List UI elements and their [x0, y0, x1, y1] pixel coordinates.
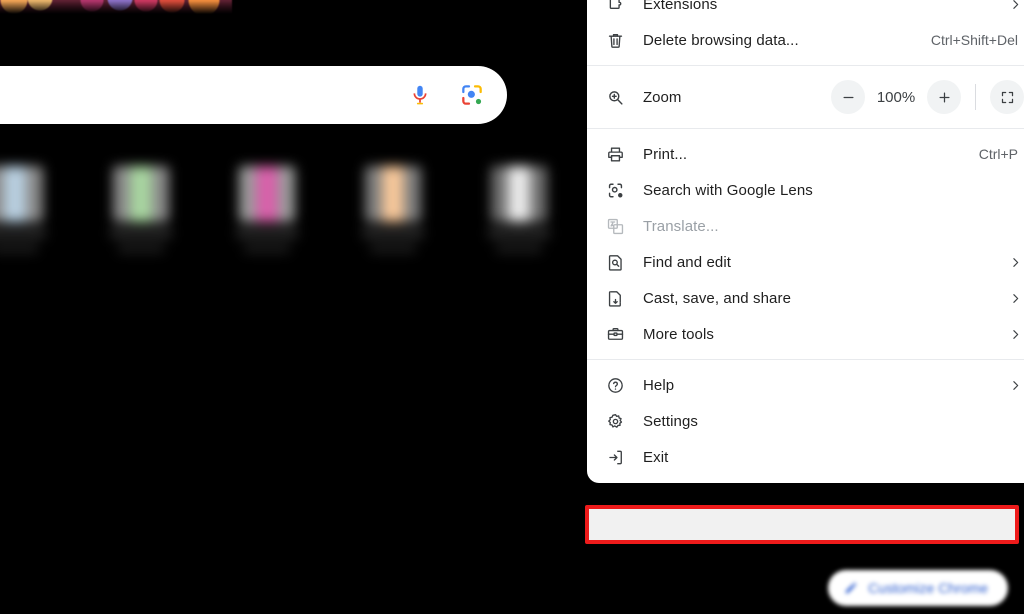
menu-item-label: Delete browsing data...	[643, 31, 799, 49]
menu-item-label: Find and edit	[643, 253, 732, 271]
shortcut-tile[interactable]	[102, 143, 180, 275]
zoom-divider	[975, 84, 976, 110]
search-input[interactable]	[0, 66, 507, 124]
menu-item-label: Exit	[643, 448, 669, 466]
menu-item-settings[interactable]: Settings	[587, 403, 1024, 439]
menu-divider	[587, 65, 1024, 66]
menu-item-find-and-edit[interactable]: Find and edit	[587, 244, 1024, 280]
menu-item-print[interactable]: Print... Ctrl+P	[587, 136, 1024, 172]
menu-divider	[587, 128, 1024, 129]
zoom-level-value: 100%	[876, 88, 916, 106]
chevron-right-icon	[1002, 256, 1022, 269]
zoom-out-button[interactable]	[831, 80, 865, 114]
customize-chrome-button[interactable]: Customize Chrome	[828, 570, 1008, 606]
pencil-icon	[845, 582, 857, 594]
shortcut-tile[interactable]	[228, 143, 306, 275]
chevron-right-icon	[1002, 292, 1022, 305]
menu-item-label: Cast, save, and share	[643, 289, 792, 307]
fullscreen-button[interactable]	[990, 80, 1024, 114]
find-edit-icon	[587, 253, 643, 272]
zoom-in-button[interactable]	[927, 80, 961, 114]
menu-item-label: More tools	[643, 325, 715, 343]
customize-chrome-label: Customize Chrome	[868, 580, 988, 596]
chevron-right-icon	[1002, 328, 1022, 341]
chevron-right-icon	[1002, 379, 1022, 392]
screen: Customize Chrome Downloads Ctrl+J Bookma…	[0, 0, 1024, 614]
google-lens-icon[interactable]	[459, 82, 485, 108]
translate-icon	[587, 217, 643, 236]
menu-item-label: Search with Google Lens	[643, 181, 813, 199]
zoom-label: Zoom	[643, 88, 682, 106]
menu-item-label: Settings	[643, 412, 698, 430]
trash-icon	[587, 31, 643, 50]
menu-item-label: Print...	[643, 145, 688, 163]
puzzle-icon	[587, 0, 643, 14]
menu-item-extensions[interactable]: Extensions	[587, 0, 1024, 22]
menu-item-cast-save-and-share[interactable]: Cast, save, and share	[587, 280, 1024, 316]
magnifier-icon	[587, 88, 643, 107]
menu-item-delete-browsing-data[interactable]: Delete browsing data... Ctrl+Shift+Del	[587, 22, 1024, 58]
chevron-right-icon	[1002, 0, 1022, 11]
menu-item-exit[interactable]: Exit	[587, 439, 1024, 475]
gear-icon	[587, 412, 643, 431]
microphone-icon[interactable]	[407, 82, 433, 108]
toolbox-icon	[587, 325, 643, 344]
shortcut-tiles	[0, 143, 616, 275]
menu-item-shortcut: Ctrl+Shift+Del	[930, 32, 1018, 48]
menu-item-label: Help	[643, 376, 675, 394]
menu-item-translate: Translate...	[587, 208, 1024, 244]
menu-item-help[interactable]: Help	[587, 367, 1024, 403]
shortcut-tile[interactable]	[354, 143, 432, 275]
menu-divider	[587, 359, 1024, 360]
help-icon	[587, 376, 643, 395]
menu-item-shortcut: Ctrl+P	[978, 146, 1018, 162]
printer-icon	[587, 145, 643, 164]
menu-item-label: Extensions	[643, 0, 718, 13]
google-lens-icon	[587, 181, 643, 200]
menu-item-search-with-google-lens[interactable]: Search with Google Lens	[587, 172, 1024, 208]
shortcut-tile[interactable]	[480, 143, 558, 275]
menu-item-more-tools[interactable]: More tools	[587, 316, 1024, 352]
cast-save-icon	[587, 289, 643, 308]
zoom-row: Zoom 100%	[587, 73, 1024, 121]
zoom-controls: 100%	[831, 80, 1024, 114]
chrome-app-menu: Downloads Ctrl+J Bookmarks and lists Ext…	[587, 0, 1024, 483]
exit-icon	[587, 448, 643, 467]
google-doodle[interactable]	[0, 0, 232, 14]
menu-item-label: Translate...	[643, 217, 719, 235]
shortcut-tile[interactable]	[0, 143, 54, 275]
